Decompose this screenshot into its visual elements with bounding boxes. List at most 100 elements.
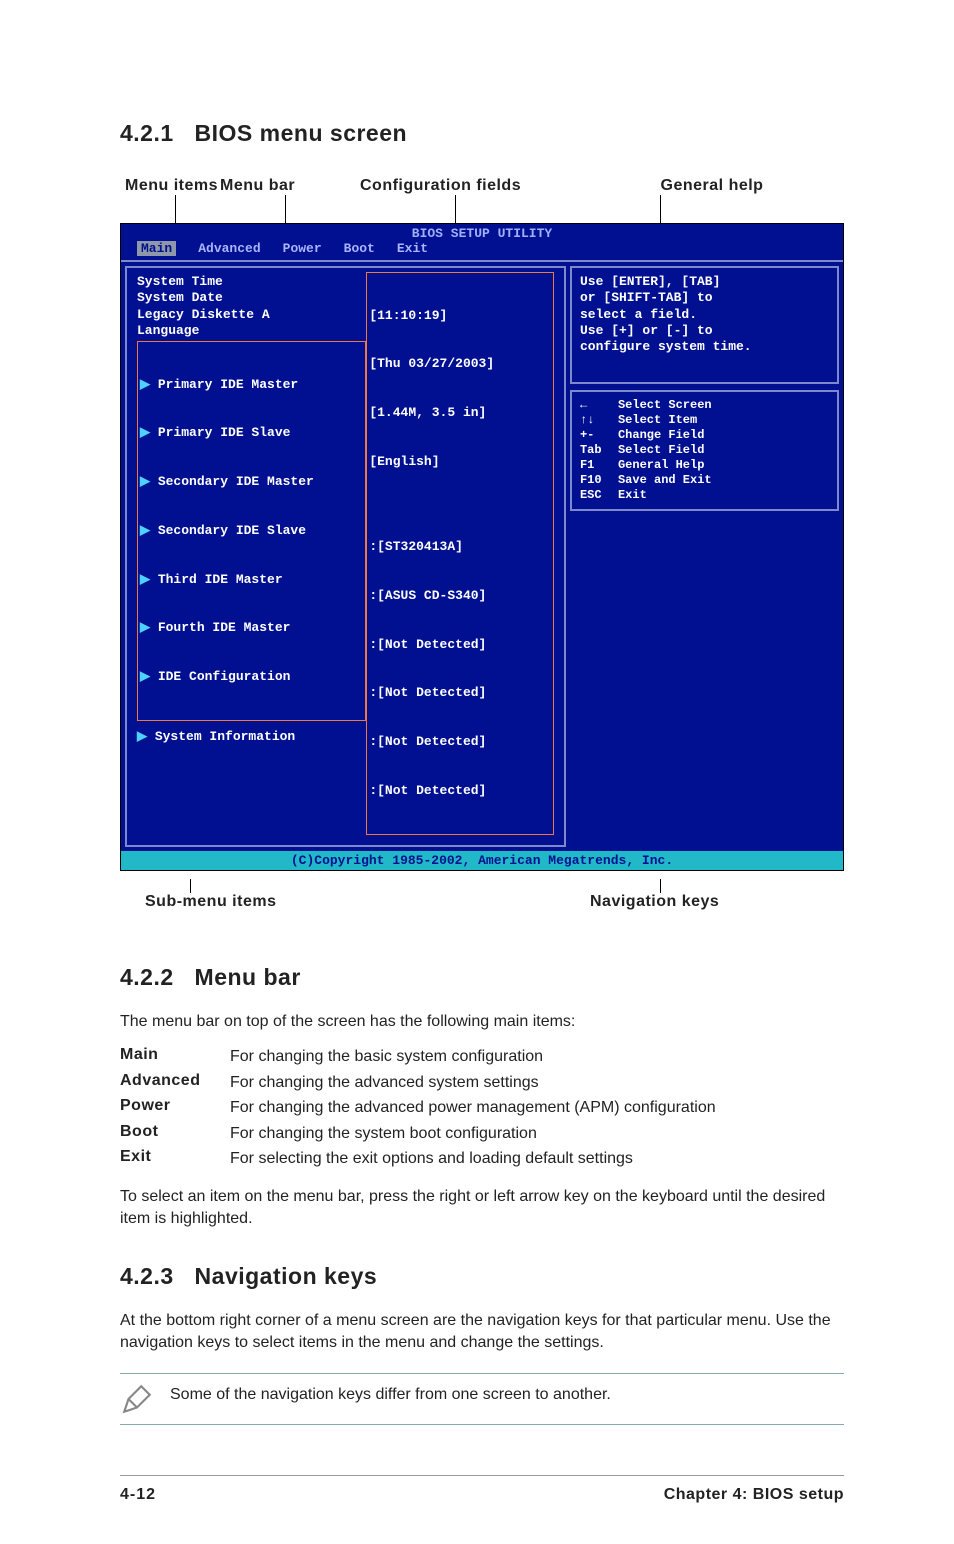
top-callouts: Menu items Menu bar Configuration fields… [120, 177, 844, 195]
desc: For selecting the exit options and loadi… [230, 1148, 844, 1170]
bios-left-pane: System Time System Date Legacy Diskette … [125, 266, 566, 847]
help-line: Use [+] or [-] to [580, 323, 829, 339]
section-heading-422: 4.2.2 Menu bar [120, 964, 844, 991]
nav-desc: Select Field [618, 443, 704, 458]
bios-value: [Thu 03/27/2003] [369, 356, 551, 372]
paragraph: At the bottom right corner of a menu scr… [120, 1310, 844, 1353]
callout-submenu-items: Sub-menu items [145, 893, 276, 911]
section-heading-423: 4.2.3 Navigation keys [120, 1263, 844, 1290]
nav-key: F1 [580, 458, 618, 473]
bios-value: [11:10:19] [369, 308, 551, 324]
bios-tab-main: Main [137, 241, 176, 256]
section-title: BIOS menu screen [195, 120, 408, 146]
help-line: configure system time. [580, 339, 829, 355]
nav-desc: General Help [618, 458, 704, 473]
bios-item: Language [137, 323, 366, 339]
triangle-icon: ▶ [140, 572, 158, 587]
help-line: Use [ENTER], [TAB] [580, 274, 829, 290]
bios-title: BIOS SETUP UTILITY [121, 224, 843, 241]
bios-subitem: ▶ Secondary IDE Slave [140, 523, 363, 539]
section-number: 4.2.2 [120, 964, 174, 990]
section-title: Menu bar [195, 964, 301, 990]
callout-menu-items: Menu items [120, 177, 220, 195]
triangle-icon: ▶ [137, 729, 155, 744]
page-footer: 4-12 Chapter 4: BIOS setup [120, 1475, 844, 1504]
triangle-icon: ▶ [140, 474, 158, 489]
callout-navigation-keys: Navigation keys [590, 893, 719, 911]
desc: For changing the advanced system setting… [230, 1072, 844, 1094]
triangle-icon: ▶ [140, 669, 158, 684]
nav-desc: Exit [618, 488, 647, 503]
bios-copyright: (C)Copyright 1985-2002, American Megatre… [121, 851, 843, 870]
bios-value: :[Not Detected] [369, 734, 551, 750]
term: Exit [120, 1148, 230, 1170]
pencil-icon [120, 1382, 154, 1416]
triangle-icon: ▶ [140, 523, 158, 538]
nav-key: ESC [580, 488, 618, 503]
bottom-callouts: Sub-menu items Navigation keys [120, 879, 844, 919]
bios-item: Legacy Diskette A [137, 307, 366, 323]
nav-desc: Change Field [618, 428, 704, 443]
triangle-icon: ▶ [140, 620, 158, 635]
term: Boot [120, 1123, 230, 1145]
navigation-keys-box: ←Select Screen ↑↓Select Item +-Change Fi… [570, 390, 839, 511]
bios-tab-advanced: Advanced [198, 241, 260, 256]
bios-item: System Date [137, 290, 366, 306]
bios-value: :[Not Detected] [369, 783, 551, 799]
triangle-icon: ▶ [140, 425, 158, 440]
nav-desc: Save and Exit [618, 473, 712, 488]
bios-subitem: ▶ Fourth IDE Master [140, 620, 363, 636]
section-number: 4.2.3 [120, 1263, 174, 1289]
section-heading-421: 4.2.1 BIOS menu screen [120, 120, 844, 147]
nav-key: ← [580, 398, 618, 413]
bios-value: :[Not Detected] [369, 637, 551, 653]
bios-item: System Time [137, 274, 366, 290]
bios-tab-boot: Boot [344, 241, 375, 256]
bios-subitem: ▶ Third IDE Master [140, 572, 363, 588]
desc: For changing the system boot configurati… [230, 1123, 844, 1145]
submenu-items-box: ▶ Primary IDE Master ▶ Primary IDE Slave… [137, 341, 366, 721]
term: Power [120, 1097, 230, 1119]
bios-value: :[ASUS CD-S340] [369, 588, 551, 604]
nav-key: ↑↓ [580, 413, 618, 428]
nav-key: F10 [580, 473, 618, 488]
bios-value: :[ST320413A] [369, 539, 551, 555]
help-line: or [SHIFT-TAB] to [580, 290, 829, 306]
section-title: Navigation keys [195, 1263, 378, 1289]
term: Main [120, 1046, 230, 1068]
nav-desc: Select Item [618, 413, 697, 428]
page-number: 4-12 [120, 1486, 156, 1504]
bios-value: [English] [369, 454, 551, 470]
bios-subitem: ▶ Primary IDE Slave [140, 425, 363, 441]
desc: For changing the basic system configurat… [230, 1046, 844, 1068]
note-box: Some of the navigation keys differ from … [120, 1373, 844, 1425]
desc: For changing the advanced power manageme… [230, 1097, 844, 1119]
menubar-table: MainFor changing the basic system config… [120, 1046, 844, 1170]
bios-subitem: ▶ IDE Configuration [140, 669, 363, 685]
section-number: 4.2.1 [120, 120, 174, 146]
bios-value: [1.44M, 3.5 in] [369, 405, 551, 421]
nav-desc: Select Screen [618, 398, 712, 413]
help-line: select a field. [580, 307, 829, 323]
callout-general-help: General help [580, 177, 844, 195]
chapter-label: Chapter 4: BIOS setup [664, 1486, 844, 1504]
nav-key: Tab [580, 443, 618, 458]
config-fields-box: [11:10:19] [Thu 03/27/2003] [1.44M, 3.5 … [366, 272, 554, 835]
paragraph: To select an item on the menu bar, press… [120, 1186, 844, 1229]
bios-tab-exit: Exit [397, 241, 428, 256]
bios-menubar: Main Advanced Power Boot Exit [121, 241, 843, 260]
bios-subitem: ▶ Secondary IDE Master [140, 474, 363, 490]
bios-subitem: ▶ System Information [137, 729, 366, 745]
callout-leader-lines [120, 195, 844, 223]
bios-value: :[Not Detected] [369, 685, 551, 701]
bios-screenshot: BIOS SETUP UTILITY Main Advanced Power B… [120, 223, 844, 871]
paragraph: The menu bar on top of the screen has th… [120, 1011, 844, 1033]
term: Advanced [120, 1072, 230, 1094]
note-text: Some of the navigation keys differ from … [170, 1382, 611, 1404]
bios-subitem: ▶ Primary IDE Master [140, 377, 363, 393]
general-help-box: Use [ENTER], [TAB] or [SHIFT-TAB] to sel… [570, 266, 839, 384]
triangle-icon: ▶ [140, 377, 158, 392]
callout-menu-bar: Menu bar [220, 177, 360, 195]
bios-tab-power: Power [283, 241, 322, 256]
callout-config-fields: Configuration fields [360, 177, 580, 195]
